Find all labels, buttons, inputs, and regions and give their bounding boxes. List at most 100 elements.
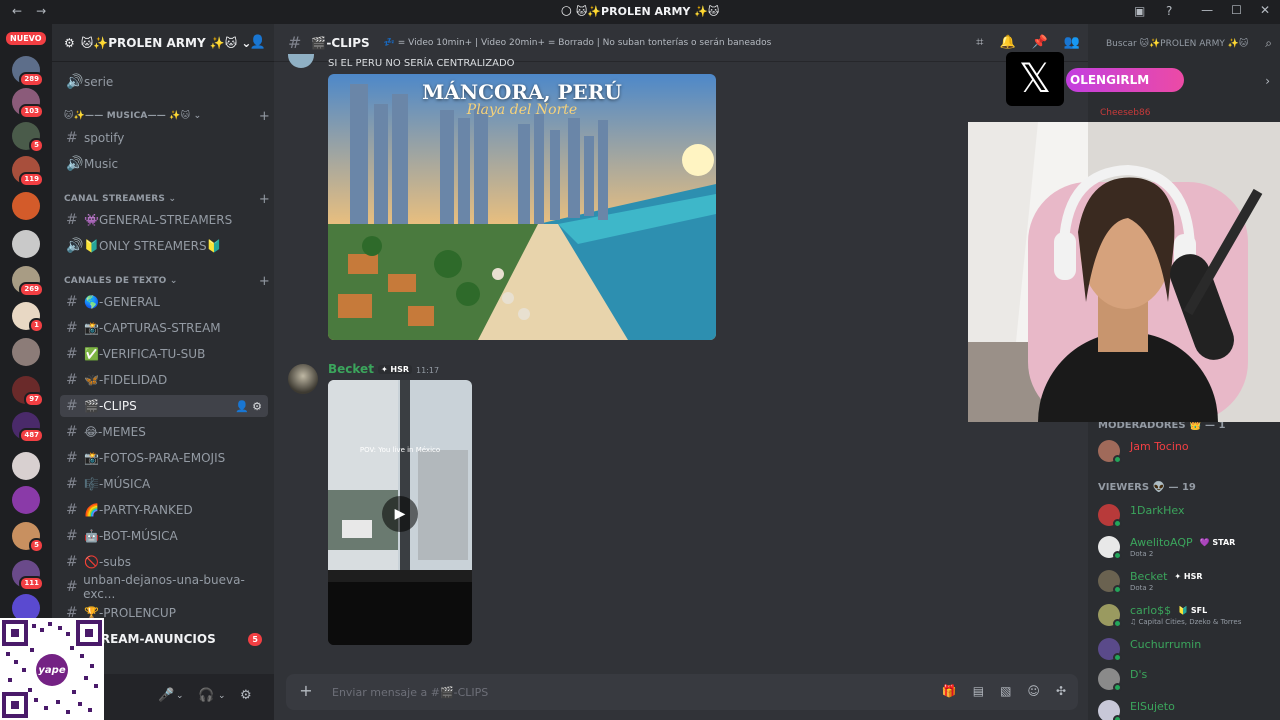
add-channel-icon[interactable]: + (259, 274, 270, 289)
members-icon[interactable]: 👥 (1064, 35, 1080, 50)
server-icon[interactable]: 5 (12, 122, 44, 153)
server-icon[interactable]: 1 (12, 302, 44, 333)
attached-image[interactable]: MÁNCORA, PERÚ Playa del Norte (328, 74, 716, 340)
server-list: NUEVO 289 103 5 119 269 1 97 487 5 111 (0, 24, 52, 720)
channel-bot[interactable]: # 🤖-BOT-MÚSICA (60, 525, 268, 547)
message-input[interactable]: Enviar mensaje a #🎬-CLIPS (332, 686, 488, 699)
server-icon[interactable] (12, 192, 40, 220)
new-badge[interactable]: NUEVO (6, 32, 46, 45)
inbox-icon[interactable]: ▣ (1134, 4, 1145, 18)
channel-only-streamers[interactable]: 🔊 🔰ONLY STREAMERS🔰 (60, 235, 268, 257)
chevron-right-icon[interactable]: › (1265, 74, 1270, 88)
channel-subs[interactable]: # 🚫-subs (60, 551, 268, 573)
gift-icon[interactable]: 🎁 (942, 684, 957, 698)
channel-sidebar: ⚙ 🐱✨PROLEN ARMY ✨🐱 ⌄ 👤 🔊 serie 🐱✨—— MUSIC… (52, 24, 274, 720)
category-streamers[interactable]: CANAL STREAMERS ⌄ + (64, 192, 270, 207)
header-toolbar: ⌗ 🔔 📌 👥 (976, 35, 1080, 50)
server-icon[interactable] (12, 230, 40, 258)
server-icon[interactable]: 103 (12, 88, 44, 119)
gif-icon[interactable]: ▤ (973, 684, 984, 698)
avatar[interactable] (288, 54, 314, 68)
channel-verifica[interactable]: # ✅-VERIFICA-TU-SUB (60, 343, 268, 365)
search-input[interactable]: Buscar 🐱✨PROLEN ARMY ✨🐱 (1100, 34, 1268, 54)
channel-music[interactable]: 🔊 Music (60, 153, 268, 175)
social-handle-badge: OLENGIRLM (1066, 68, 1184, 92)
member-activity: Dota 2 (1130, 550, 1154, 558)
message-author[interactable]: Becket ✦ HSR 11:17 (328, 362, 439, 376)
author-name[interactable]: Becket (328, 362, 374, 376)
message-composer[interactable]: + Enviar mensaje a #🎬-CLIPS 🎁 ▤ ▧ ☺ ✣ (286, 674, 1078, 710)
close-button[interactable]: ✕ (1260, 3, 1270, 17)
apps-icon[interactable]: ✣ (1056, 684, 1066, 698)
channel-label: 🔰ONLY STREAMERS🔰 (84, 239, 222, 253)
server-icon[interactable]: 97 (12, 376, 44, 407)
add-user-icon[interactable]: 👤 (250, 35, 266, 50)
status-dot (1113, 551, 1122, 560)
member-row[interactable]: 1DarkHex (1098, 500, 1274, 530)
speaker-icon: 🔊 (66, 74, 84, 90)
channel-topic[interactable]: 💤 = Video 10min+ | Video 20min+ = Borrad… (384, 38, 772, 48)
member-row[interactable]: D's (1098, 664, 1274, 694)
server-header[interactable]: ⚙ 🐱✨PROLEN ARMY ✨🐱 ⌄ 👤 (52, 24, 274, 62)
server-icon[interactable] (12, 452, 40, 480)
channel-settings-icon[interactable]: 👤 ⚙ (235, 400, 262, 413)
add-attachment-icon[interactable]: + (296, 682, 316, 702)
help-icon[interactable]: ? (1166, 4, 1172, 18)
member-name[interactable]: Cheeseb86 (1100, 108, 1150, 118)
server-icon[interactable]: 269 (12, 266, 44, 297)
chevron-down-icon[interactable]: ⌄ (176, 691, 184, 701)
avatar[interactable] (288, 364, 318, 394)
category-texto[interactable]: CANALES DE TEXTO ⌄ + (64, 274, 270, 289)
channel-clips[interactable]: # 🎬-CLIPS 👤 ⚙ (60, 395, 268, 417)
play-icon[interactable]: ▶ (382, 496, 418, 532)
member-name: AwelitoAQP 💜 STAR (1130, 536, 1239, 549)
add-channel-icon[interactable]: + (259, 109, 270, 124)
add-channel-icon[interactable]: + (259, 192, 270, 207)
threads-icon[interactable]: ⌗ (976, 35, 983, 50)
server-icon[interactable] (12, 486, 40, 514)
channel-capturas[interactable]: # 📸-CAPTURAS-STREAM (60, 317, 268, 339)
server-icon[interactable]: 487 (12, 412, 44, 443)
pin-icon[interactable]: 📌 (1032, 35, 1048, 50)
image-title: MÁNCORA, PERÚ (422, 80, 622, 104)
server-icon[interactable]: 119 (12, 156, 44, 187)
maximize-button[interactable]: ☐ (1231, 3, 1242, 17)
server-icon[interactable] (12, 338, 40, 366)
hash-icon: # (288, 33, 302, 52)
sticker-icon[interactable]: ▧ (1000, 684, 1011, 698)
microphone-icon[interactable]: 🎤 (158, 688, 174, 703)
emoji-icon[interactable]: ☺ (1027, 684, 1040, 698)
channel-serie[interactable]: 🔊 serie (60, 71, 268, 93)
hash-icon: # (66, 294, 78, 310)
channel-spotify[interactable]: # spotify (60, 127, 268, 149)
channel-musica[interactable]: # 🎼-MÚSICA (60, 473, 268, 495)
channel-memes[interactable]: # 😂-MEMES (60, 421, 268, 443)
server-icon[interactable]: 111 (12, 560, 44, 591)
channel-label: 📸-FOTOS-PARA-EMOJIS (84, 451, 226, 465)
channel-general-streamers[interactable]: # 👾GENERAL-STREAMERS (60, 209, 268, 231)
video-attachment[interactable]: POV: You live in México ▶ (328, 380, 472, 645)
bell-icon[interactable]: 🔔 (999, 35, 1015, 50)
member-row[interactable]: carlo$$ 🔰 SFL ♫ Capital Cities, Dzeko & T… (1098, 600, 1274, 630)
member-row[interactable]: Jam Tocino (1098, 436, 1274, 466)
headphones-icon[interactable]: 🎧 (198, 688, 214, 703)
member-row[interactable]: Cuchurrumin (1098, 634, 1274, 664)
member-row[interactable]: ElSujeto (1098, 696, 1274, 720)
gear-icon[interactable]: ⚙ (240, 688, 252, 703)
member-label: carlo$$ (1130, 604, 1172, 617)
minimize-button[interactable]: — (1201, 3, 1213, 17)
server-icon[interactable]: 5 (12, 522, 44, 553)
server-badge: 119 (19, 172, 44, 187)
channel-fidelidad[interactable]: # 🦋-FIDELIDAD (60, 369, 268, 391)
search-icon[interactable]: ⌕ (1265, 36, 1272, 51)
channel-general[interactable]: # 🌎-GENERAL (60, 291, 268, 313)
speaker-icon: 🔊 (66, 156, 84, 172)
server-icon[interactable]: 289 (12, 56, 44, 87)
channel-unban[interactable]: # unban-dejanos-una-bueva-exc... (60, 573, 268, 601)
channel-fotos[interactable]: # 📸-FOTOS-PARA-EMOJIS (60, 447, 268, 469)
member-row[interactable]: AwelitoAQP 💜 STAR Dota 2 (1098, 532, 1274, 562)
channel-party[interactable]: # 🌈-PARTY-RANKED (60, 499, 268, 521)
member-row[interactable]: Becket ✦ HSR Dota 2 (1098, 566, 1274, 596)
chevron-down-icon[interactable]: ⌄ (218, 691, 226, 701)
category-musica[interactable]: 🐱✨—— MUSICA—— ✨🐱 ⌄ + (64, 109, 270, 124)
